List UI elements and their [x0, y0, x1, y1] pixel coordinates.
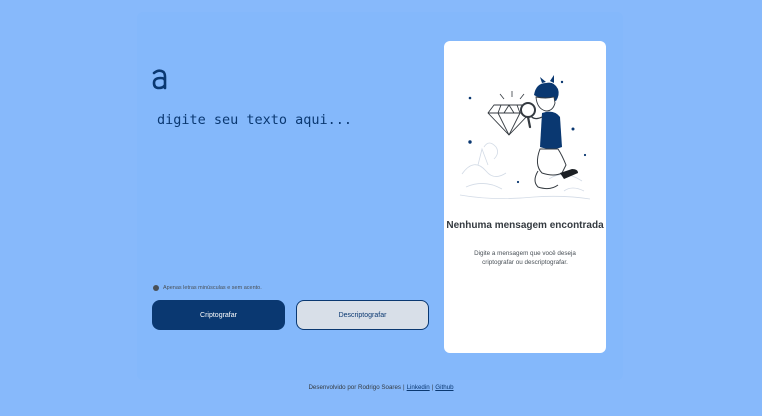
person-with-magnifier-illustration	[459, 75, 591, 200]
github-link[interactable]: Github	[435, 384, 453, 391]
output-card: Nenhuma mensagem encontrada Digite a men…	[444, 41, 606, 353]
footer-separator: |	[431, 384, 434, 391]
info-icon	[153, 285, 159, 291]
output-subtitle: Digite a mensagem que você deseja cripto…	[474, 250, 576, 266]
message-input[interactable]	[153, 108, 421, 276]
footer-separator: |	[403, 384, 405, 391]
linkedin-link[interactable]: Linkedin	[407, 384, 430, 391]
footer: Desenvolvido por Rodrigo Soares | Linkedin…	[0, 384, 762, 391]
alura-logo-icon[interactable]	[151, 68, 167, 90]
footer-credit: Desenvolvido por Rodrigo Soares	[308, 384, 401, 391]
hint: Apenas letras minúsculas e sem acento.	[153, 285, 262, 291]
output-title: Nenhuma mensagem encontrada	[446, 220, 604, 231]
encrypt-button[interactable]: Criptografar	[152, 300, 285, 330]
hint-text: Apenas letras minúsculas e sem acento.	[163, 285, 262, 291]
decrypt-button[interactable]: Descriptografar	[296, 300, 429, 330]
